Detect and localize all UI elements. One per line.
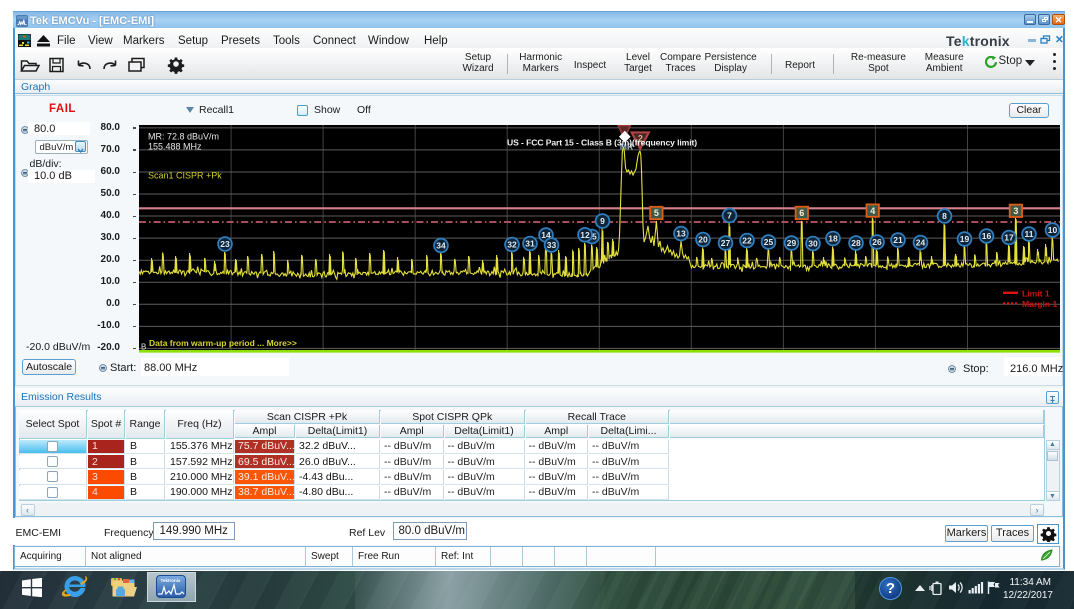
svg-text:10: 10	[1048, 225, 1058, 235]
svg-text:31: 31	[525, 239, 535, 249]
svg-text:6: 6	[799, 208, 804, 218]
svg-text:4: 4	[870, 206, 875, 216]
svg-text:11: 11	[1025, 229, 1034, 239]
svg-text:MR: 72.8 dBuV/m: MR: 72.8 dBuV/m	[148, 131, 219, 141]
svg-text:16: 16	[982, 231, 992, 241]
svg-text:Limit 1: Limit 1	[1022, 288, 1050, 298]
svg-text:23: 23	[220, 239, 230, 249]
svg-text:7: 7	[727, 211, 732, 221]
svg-text:20: 20	[698, 235, 708, 245]
svg-text:B: B	[141, 343, 146, 352]
svg-text:21: 21	[893, 235, 903, 245]
svg-text:17: 17	[1004, 233, 1014, 243]
svg-text:30: 30	[808, 239, 818, 249]
svg-text:Scan1 CISPR +Pk: Scan1 CISPR +Pk	[148, 170, 222, 180]
svg-text:22: 22	[742, 236, 752, 246]
svg-text:25: 25	[764, 237, 774, 247]
svg-text:12: 12	[580, 230, 590, 240]
svg-text:34: 34	[436, 241, 446, 251]
svg-text:US - FCC Part 15 - Class B (3m: US - FCC Part 15 - Class B (3m)(frequenc…	[507, 138, 697, 148]
svg-text:Margin 1: Margin 1	[1022, 299, 1058, 309]
svg-text:27: 27	[721, 238, 731, 248]
svg-text:3: 3	[1013, 206, 1018, 216]
svg-text:Data from warm-up period ... M: Data from warm-up period ... More>>	[149, 338, 297, 348]
svg-text:28: 28	[851, 238, 861, 248]
svg-text:18: 18	[828, 234, 838, 244]
svg-text:9: 9	[600, 216, 605, 226]
svg-text:24: 24	[916, 238, 926, 248]
svg-text:8: 8	[942, 211, 947, 221]
svg-text:5: 5	[654, 208, 659, 218]
svg-text:33: 33	[547, 240, 557, 250]
svg-text:155.488 MHz: 155.488 MHz	[148, 142, 202, 152]
svg-text:26: 26	[872, 237, 882, 247]
svg-text:32: 32	[507, 240, 517, 250]
svg-text:19: 19	[960, 234, 970, 244]
svg-text:29: 29	[787, 238, 797, 248]
svg-text:13: 13	[676, 229, 686, 239]
